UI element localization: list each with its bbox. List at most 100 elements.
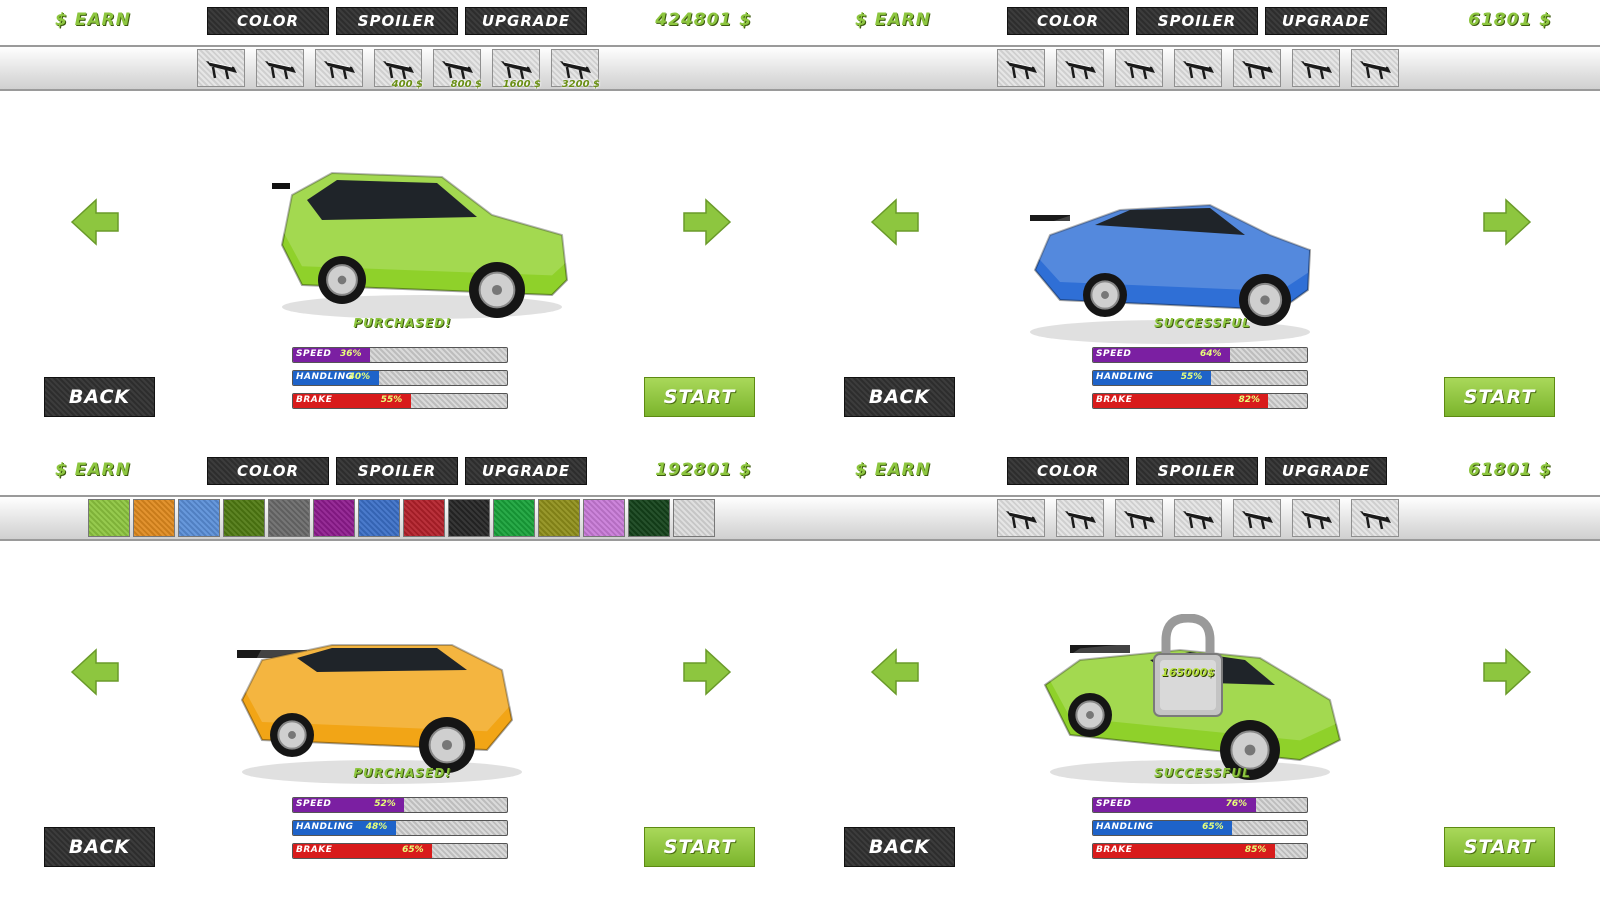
spoiler-option[interactable]: 1600 $ (492, 49, 541, 90)
spoiler-icon (324, 61, 355, 80)
spoiler-option[interactable] (1351, 49, 1399, 87)
back-button[interactable]: BACK (44, 827, 155, 867)
spoiler-option[interactable] (315, 49, 363, 87)
color-swatch[interactable] (88, 499, 130, 537)
tab-upgrade[interactable]: UPGRADE (1265, 7, 1387, 35)
game-screen: $ EARN 424801 $ COLOR SPOILER UPGRADE 400 $80… (0, 0, 1600, 900)
spoiler-option[interactable] (1115, 49, 1163, 87)
spoiler-icon (1360, 511, 1391, 530)
spoiler-option[interactable] (1056, 499, 1104, 537)
stat-value: 36% (340, 349, 362, 359)
stat-label: SPEED (1096, 349, 1132, 359)
tab-color[interactable]: COLOR (1007, 7, 1129, 35)
car-select-panel: $ EARN 61801 $ COLOR SPOILER UPGRADE 165000$ S… (800, 450, 1600, 900)
handling-bar: HANDLING 55% (1092, 370, 1308, 386)
tab-spoiler[interactable]: SPOILER (336, 457, 458, 485)
color-swatch[interactable] (133, 499, 175, 537)
spoiler-option[interactable] (997, 49, 1045, 87)
prev-car-arrow-icon[interactable] (870, 198, 920, 250)
spoiler-icon (1124, 511, 1155, 530)
stat-label: HANDLING (296, 822, 354, 832)
color-swatch[interactable] (223, 499, 265, 537)
speed-bar: SPEED 36% (292, 347, 508, 363)
tab-upgrade[interactable]: UPGRADE (465, 7, 587, 35)
money-counter: 61801 $ (1468, 460, 1552, 480)
start-button[interactable]: START (644, 377, 755, 417)
spoiler-option[interactable] (1292, 49, 1340, 87)
spoiler-price: 400 $ (391, 79, 423, 90)
color-swatch[interactable] (313, 499, 355, 537)
spoiler-option[interactable] (1233, 499, 1281, 537)
spoiler-icon (442, 61, 473, 80)
tab-spoiler[interactable]: SPOILER (1136, 7, 1258, 35)
color-swatch[interactable] (358, 499, 400, 537)
lock-icon: 165000$ (1150, 613, 1226, 722)
spoiler-option[interactable]: 400 $ (374, 49, 423, 90)
tab-color[interactable]: COLOR (1007, 457, 1129, 485)
tab-spoiler[interactable]: SPOILER (336, 7, 458, 35)
color-swatch[interactable] (403, 499, 445, 537)
lock-price: 165000$ (1161, 666, 1215, 679)
spoiler-option[interactable] (1351, 499, 1399, 537)
spoiler-option[interactable]: 3200 $ (551, 49, 600, 90)
color-swatch[interactable] (628, 499, 670, 537)
tab-color[interactable]: COLOR (207, 457, 329, 485)
spoiler-option[interactable] (997, 499, 1045, 537)
tab-spoiler[interactable]: SPOILER (1136, 457, 1258, 485)
stat-value: 65% (402, 845, 424, 855)
car-select-panel: $ EARN 61801 $ COLOR SPOILER UPGRADE SUCCESSF… (800, 0, 1600, 450)
spoiler-strip (800, 45, 1600, 91)
tab-upgrade[interactable]: UPGRADE (465, 457, 587, 485)
earn-label: $ EARN (855, 10, 931, 30)
color-swatch[interactable] (178, 499, 220, 537)
back-button[interactable]: BACK (844, 377, 955, 417)
color-swatch[interactable] (448, 499, 490, 537)
stat-label: BRAKE (1096, 845, 1133, 855)
prev-car-arrow-icon[interactable] (70, 648, 120, 700)
color-swatch[interactable] (673, 499, 715, 537)
speed-bar: SPEED 64% (1092, 347, 1308, 363)
purchase-status: SUCCESSFUL (1154, 766, 1251, 780)
spoiler-option[interactable] (1233, 49, 1281, 87)
next-car-arrow-icon[interactable] (682, 198, 732, 250)
spoiler-option[interactable] (256, 49, 304, 87)
money-counter: 61801 $ (1468, 10, 1552, 30)
tab-upgrade[interactable]: UPGRADE (1265, 457, 1387, 485)
back-button[interactable]: BACK (844, 827, 955, 867)
stat-value: 55% (1180, 372, 1203, 382)
car-preview (222, 590, 542, 794)
start-button[interactable]: START (644, 827, 755, 867)
spoiler-option[interactable] (1056, 49, 1104, 87)
start-button[interactable]: START (1444, 377, 1555, 417)
color-swatch[interactable] (268, 499, 310, 537)
color-swatch[interactable] (493, 499, 535, 537)
start-button[interactable]: START (1444, 827, 1555, 867)
stat-label: SPEED (1096, 799, 1132, 809)
spoiler-icon (1242, 61, 1273, 80)
spoiler-icon (383, 61, 414, 80)
spoiler-option[interactable] (1292, 499, 1340, 537)
next-car-arrow-icon[interactable] (682, 648, 732, 700)
spoiler-option[interactable] (1174, 499, 1222, 537)
stat-value: 55% (380, 395, 403, 405)
tab-color[interactable]: COLOR (207, 7, 329, 35)
color-swatch[interactable] (583, 499, 625, 537)
spoiler-option[interactable] (1174, 49, 1222, 87)
color-swatch[interactable] (538, 499, 580, 537)
brake-bar: BRAKE 55% (292, 393, 508, 409)
speed-bar: SPEED 76% (1092, 797, 1308, 813)
purchase-status: PURCHASED! (353, 316, 452, 330)
next-car-arrow-icon[interactable] (1482, 648, 1532, 700)
purchase-status: SUCCESSFUL (1154, 316, 1251, 330)
prev-car-arrow-icon[interactable] (70, 198, 120, 250)
spoiler-icon (1124, 61, 1155, 80)
next-car-arrow-icon[interactable] (1482, 198, 1532, 250)
spoiler-option[interactable]: 800 $ (433, 49, 482, 90)
spoiler-option[interactable] (1115, 499, 1163, 537)
back-button[interactable]: BACK (44, 377, 155, 417)
spoiler-icon (1301, 511, 1332, 530)
prev-car-arrow-icon[interactable] (870, 648, 920, 700)
handling-bar: HANDLING 65% (1092, 820, 1308, 836)
car-select-panel: $ EARN 192801 $ COLOR SPOILER UPGRADE PURCHAS… (0, 450, 800, 900)
spoiler-option[interactable] (197, 49, 245, 87)
